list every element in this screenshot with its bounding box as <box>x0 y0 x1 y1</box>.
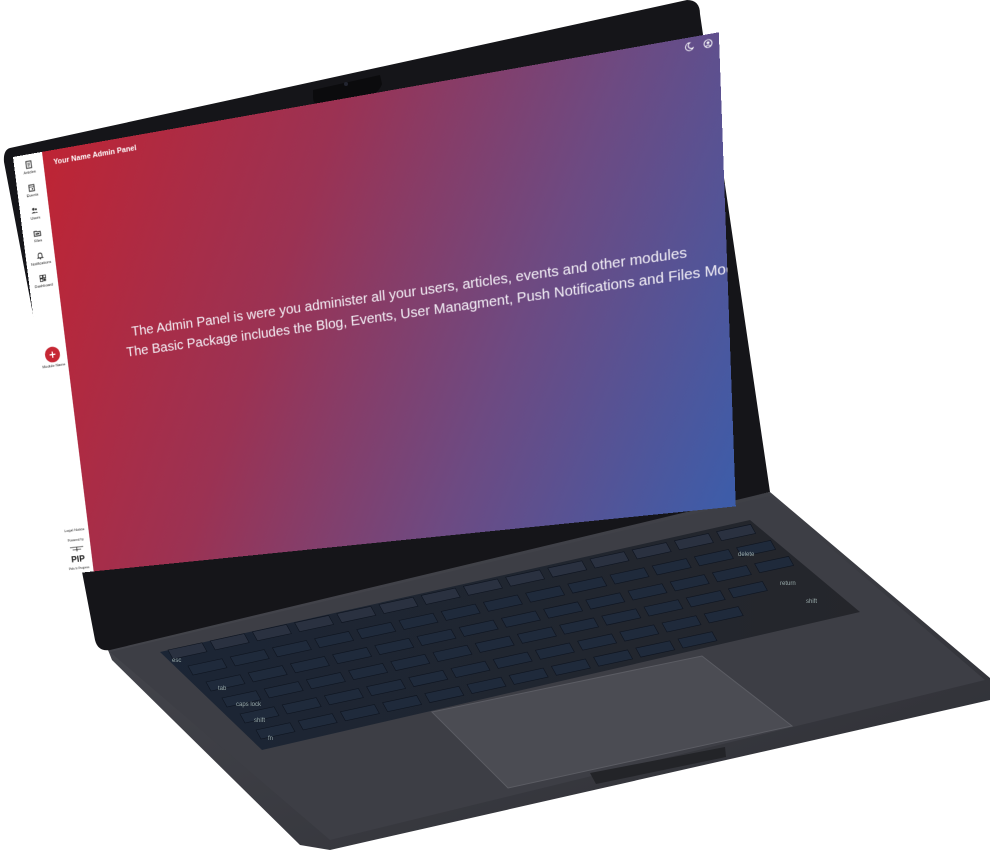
shift-left-key-label: shift <box>254 718 265 724</box>
legal-notice-link[interactable]: Legal Notice <box>60 527 88 534</box>
pip-logo-text: PIP <box>71 554 86 565</box>
folder-icon <box>33 229 41 238</box>
app-title: Your Name Admin Panel <box>53 143 137 167</box>
laptop-mockup: esc tab caps lock shift delete return sh… <box>0 0 997 859</box>
sidebar-item-label: Files <box>34 238 43 244</box>
sidebar-item-label: Notifications <box>30 260 52 268</box>
sidebar-item-label: Users <box>30 215 41 222</box>
return-key-label: return <box>780 581 796 587</box>
plus-icon: + <box>44 345 61 364</box>
dashboard-icon <box>39 274 47 283</box>
sidebar-item-label: Articles <box>23 169 37 176</box>
fn-key-label: fn <box>268 736 273 742</box>
sidebar-item-label: Events <box>26 192 39 199</box>
caps-lock-key-label: caps lock <box>236 702 262 708</box>
hero-text: The Admin Panel is were you administer a… <box>123 241 736 363</box>
calendar-icon <box>28 184 36 193</box>
add-module-button[interactable]: + Module Name <box>37 345 68 370</box>
add-module-label: Module Name <box>42 362 66 370</box>
account-icon[interactable] <box>703 37 713 48</box>
topbar-actions <box>678 37 714 57</box>
moon-icon[interactable] <box>684 41 694 52</box>
sidebar-item-dashboard[interactable]: Dashboard <box>28 270 59 297</box>
sidebar-item-label: Dashboard <box>34 282 54 290</box>
shift-right-key-label: shift <box>806 599 817 605</box>
tab-key-label: tab <box>218 686 227 692</box>
delete-key-label: delete <box>738 552 755 558</box>
notification-icon <box>36 251 44 260</box>
pip-logo[interactable]: PIP <box>65 543 91 567</box>
article-icon <box>25 159 33 169</box>
esc-key-label: esc <box>172 658 181 664</box>
users-icon <box>31 207 38 214</box>
